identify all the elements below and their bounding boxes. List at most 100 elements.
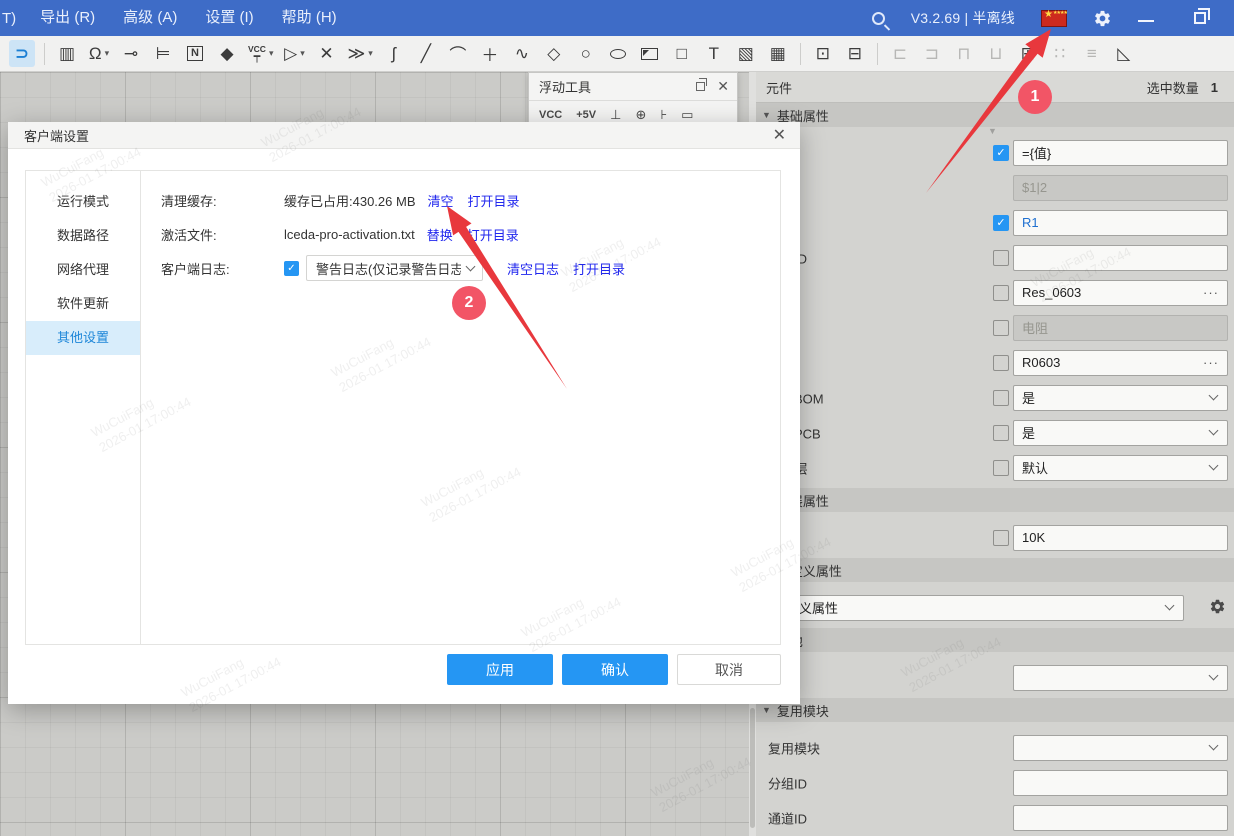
property-input[interactable]: $1|2 [1013,175,1228,201]
confirm-button[interactable]: 确认 [562,654,668,685]
property-input[interactable] [1013,245,1228,271]
dropdown-caret-icon[interactable]: ▾ [105,48,110,59]
section-header[interactable]: ▼复用模块 [756,698,1234,722]
property-select[interactable] [1013,665,1228,691]
visibility-checkbox[interactable] [993,460,1009,476]
draw-bezier-icon[interactable]: ʃ [381,40,407,67]
search-icon[interactable] [872,12,885,25]
log-enabled-checkbox[interactable]: ✓ [284,261,299,276]
settings-gear-icon[interactable] [1093,9,1112,28]
replace-activation-link[interactable]: 替换 [427,225,453,244]
open-activation-dir-link[interactable]: 打开目录 [467,225,519,244]
place-probe-icon[interactable]: ◆ [214,40,240,67]
earth-tool-icon[interactable]: ⊕ [635,107,646,123]
rect-tool-icon[interactable]: ▭ [681,107,693,123]
visibility-checkbox[interactable] [993,530,1009,546]
place-net-port-icon[interactable]: ⊸ [118,40,144,67]
place-gate-icon[interactable]: ▷▾ [281,40,307,67]
dropdown-caret-icon[interactable]: ▾ [300,48,305,59]
property-select[interactable]: 默认 [1013,455,1228,481]
section-header[interactable]: ▼自定义属性 [756,558,1234,582]
section-header[interactable]: ▼扩展属性 [756,488,1234,512]
property-input[interactable] [1013,770,1228,796]
place-power-icon[interactable]: VCC┯▾ [246,40,275,67]
place-text-icon[interactable]: T [701,40,727,67]
visibility-checkbox[interactable] [993,355,1009,371]
property-input[interactable]: R1 [1013,210,1228,236]
settings-tab-4[interactable]: 其他设置 [26,321,140,355]
no-connect-icon[interactable]: ✕ [313,40,339,67]
property-input[interactable]: Res_0603··· [1013,280,1228,306]
vcc-tool-icon[interactable]: VCC [539,109,562,121]
menu-item-1[interactable]: 高级 (A) [109,0,191,36]
settings-tab-0[interactable]: 运行模式 [26,185,140,219]
draw-wave-icon[interactable]: ∿ [509,40,535,67]
grid-panel-icon[interactable]: ⊞ [1015,40,1041,67]
settings-tab-1[interactable]: 数据路径 [26,219,140,253]
property-input[interactable]: R0603··· [1013,350,1228,376]
wire-tool-icon[interactable]: ⊃ [9,40,35,67]
property-select[interactable]: 是 [1013,385,1228,411]
visibility-checkbox[interactable] [993,250,1009,266]
visibility-checkbox[interactable] [993,425,1009,441]
visibility-checkbox[interactable] [993,285,1009,301]
manage-attributes-gear-icon[interactable] [1209,598,1226,618]
draw-arc-icon[interactable]: ⌒ [445,40,471,67]
property-select[interactable]: 是 [1013,420,1228,446]
insert-table-icon[interactable]: ▦ [765,40,791,67]
annotate-ic-icon[interactable]: ⊟ [842,40,868,67]
property-select[interactable] [1013,735,1228,761]
draw-line-icon[interactable]: ╱ [413,40,439,67]
place-pin-icon[interactable]: ＋ [477,40,503,67]
visibility-checkbox[interactable]: ✓ [993,145,1009,161]
place-signal-icon[interactable]: ◇ [541,40,567,67]
draw-circle-icon[interactable]: ○ [573,40,599,67]
menu-item-2[interactable]: 设置 (I) [191,0,267,36]
ground-tool-icon[interactable]: ⊥ [610,107,621,123]
collapse-indicator-icon[interactable]: ▼ [988,126,997,136]
cancel-button[interactable]: 取消 [677,654,781,685]
property-input[interactable]: 10K [1013,525,1228,551]
clear-cache-link[interactable]: 清空 [428,191,454,210]
menu-item-clipped[interactable]: T) [0,10,26,27]
visibility-checkbox[interactable]: ✓ [993,215,1009,231]
more-icon[interactable]: ··· [1203,355,1219,370]
place-flag-rect-icon[interactable] [637,40,663,67]
property-select[interactable]: 自定义属性 [764,595,1184,621]
scrollbar-thumb[interactable] [750,708,755,828]
open-log-dir-link[interactable]: 打开目录 [573,259,625,278]
minimize-icon[interactable] [1138,20,1154,22]
export-snapshot-icon[interactable]: ⊡ [810,40,836,67]
place-image-icon[interactable]: ▧ [733,40,759,67]
clear-log-link[interactable]: 清空日志 [507,259,559,278]
log-level-select[interactable]: 警告日志(仅记录警告日志) [306,255,483,281]
place-component-icon[interactable]: ▥ [54,40,80,67]
dialog-close-icon[interactable]: ✕ [773,125,786,145]
section-header[interactable]: ▼其他 [756,628,1234,652]
restore-window-icon[interactable] [1194,12,1206,24]
floating-panel-titlebar[interactable]: 浮动工具 ✕ [529,73,737,101]
place-net-flag-icon[interactable]: ⊨ [150,40,176,67]
settings-tab-2[interactable]: 网络代理 [26,253,140,287]
menu-item-3[interactable]: 帮助 (H) [268,0,351,36]
float-close-icon[interactable]: ✕ [717,78,729,95]
draw-rect-icon[interactable]: □ [669,40,695,67]
apply-button[interactable]: 应用 [447,654,553,685]
plus5v-tool-icon[interactable]: +5V [576,109,596,121]
property-input[interactable]: 电阻 [1013,315,1228,341]
more-icon[interactable]: ··· [1203,285,1219,300]
menu-item-0[interactable]: 导出 (R) [26,0,109,36]
place-bus-icon[interactable]: ≫▾ [345,40,374,67]
property-input[interactable]: ={值} [1013,140,1228,166]
dropdown-caret-icon[interactable]: ▾ [269,48,274,59]
pin-tool-icon[interactable]: ⊦ [660,107,667,123]
mirror-icon[interactable]: ◺ [1111,40,1137,67]
settings-tab-3[interactable]: 软件更新 [26,287,140,321]
draw-ellipse-icon[interactable] [605,40,631,67]
property-input[interactable] [1013,805,1228,831]
visibility-checkbox[interactable] [993,390,1009,406]
place-net-label-icon[interactable]: N [182,40,208,67]
visibility-checkbox[interactable] [993,320,1009,336]
open-cache-dir-link[interactable]: 打开目录 [468,191,520,210]
section-header[interactable]: ▼基础属性 [756,103,1234,127]
